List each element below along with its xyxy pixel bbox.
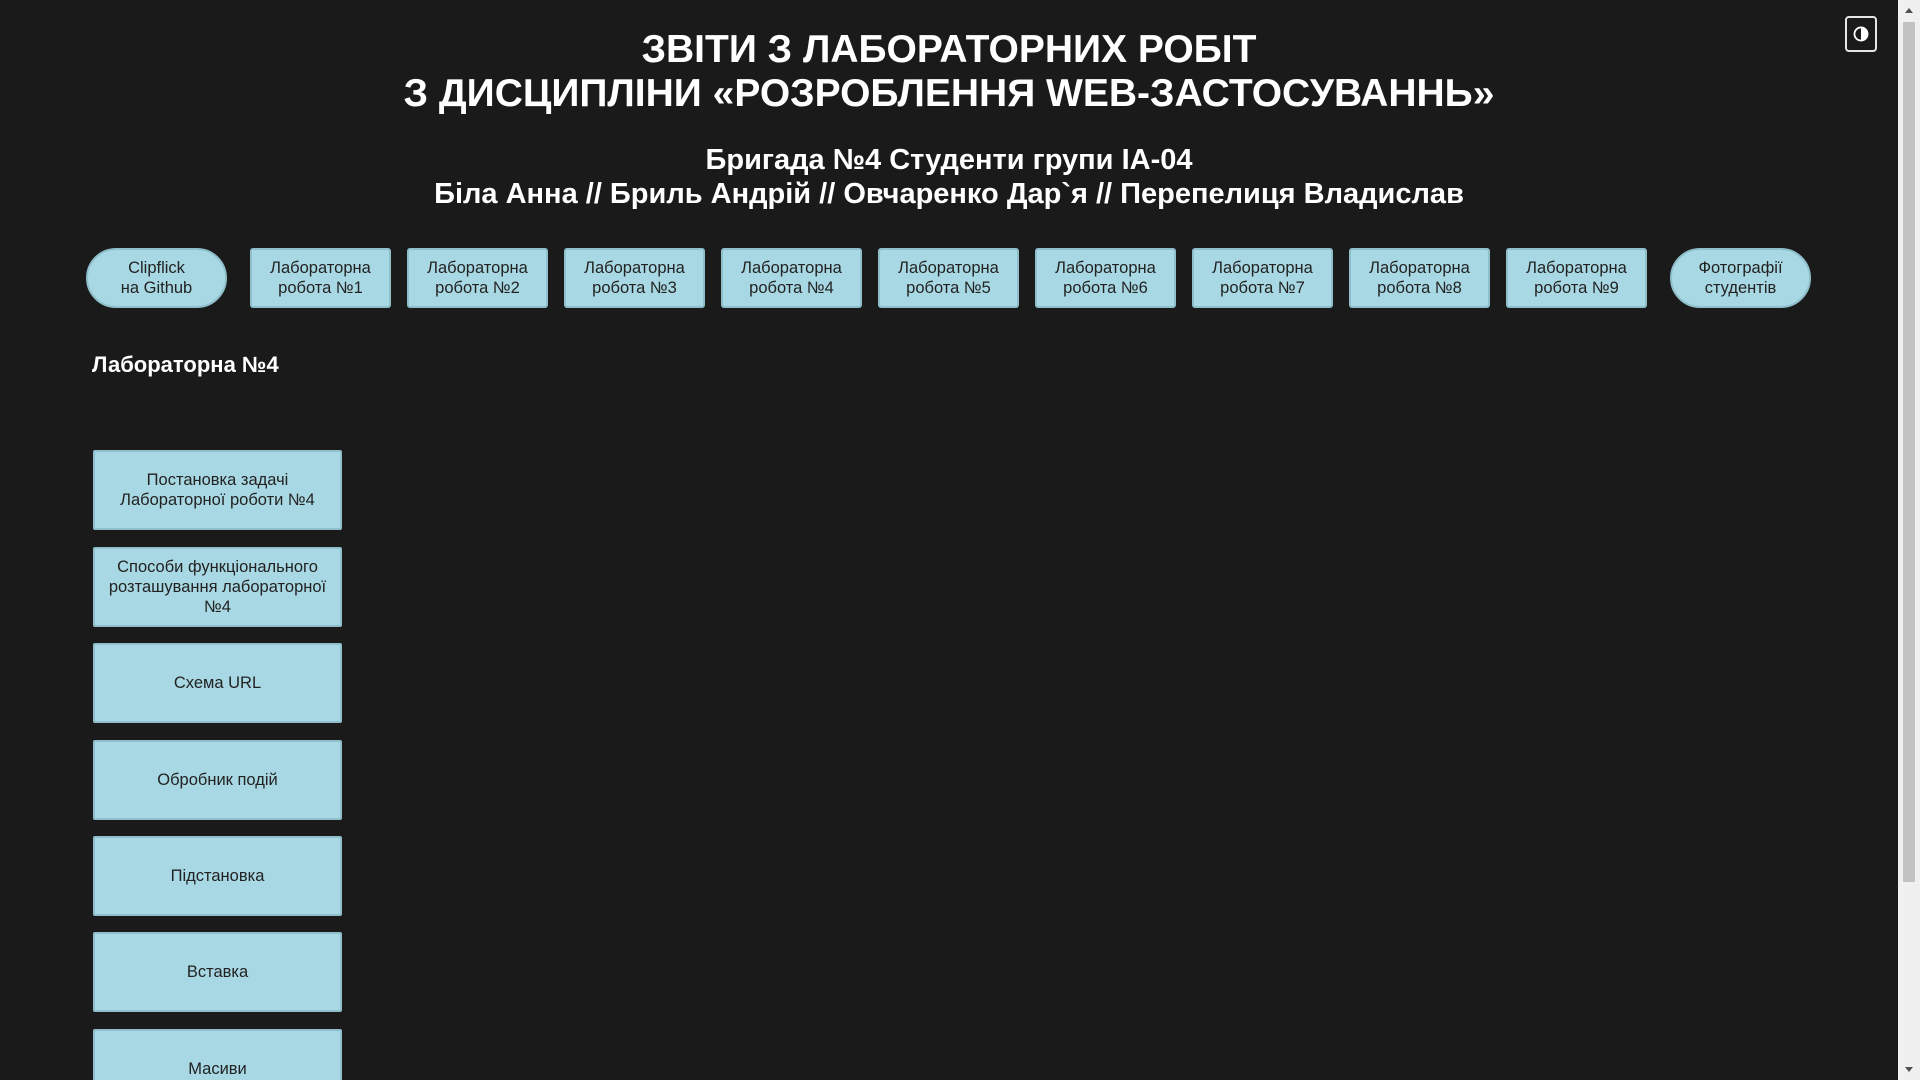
page-title-line-2: З ДИСЦИПЛІНИ «РОЗРОБЛЕННЯ WEB-ЗАСТОСУВАН… — [403, 72, 1495, 115]
nav-item-label-line-2: робота №2 — [435, 279, 520, 297]
nav-item-label-line-2: студентів — [1704, 279, 1777, 297]
nav-item-lab-6[interactable]: Лабораторна робота №6 — [1035, 248, 1176, 308]
page-title: ЗВІТИ З ЛАБОРАТОРНИХ РОБІТ З ДИСЦИПЛІНИ … — [0, 28, 1898, 116]
menu-item-task[interactable]: Постановка задачі Лабораторної роботи №4 — [93, 450, 342, 530]
nav-item-label-line-2: на Github — [120, 279, 193, 297]
menu-item-substitution[interactable]: Підстановка — [93, 836, 342, 916]
nav-item-label-line-1: Лабораторна — [898, 259, 999, 277]
contrast-icon — [1853, 26, 1869, 42]
theme-toggle-button[interactable] — [1845, 16, 1877, 52]
nav-item-label-line-2: робота №3 — [592, 279, 677, 297]
nav-item-label-line-1: Лабораторна — [427, 259, 528, 277]
page: ЗВІТИ З ЛАБОРАТОРНИХ РОБІТ З ДИСЦИПЛІНИ … — [0, 0, 1920, 1080]
team-heading: Бригада №4 Студенти групи ІА-04 — [705, 144, 1193, 176]
nav-item-label-line-1: Лабораторна — [584, 259, 685, 277]
nav-item-label-line-2: робота №4 — [749, 279, 834, 297]
nav-item-label-line-2: робота №1 — [278, 279, 363, 297]
nav-item-label-line-1: Clipflick — [128, 259, 185, 277]
menu-item-layout-methods[interactable]: Способи функціонального розташування лаб… — [93, 547, 342, 627]
nav-item-lab-3[interactable]: Лабораторна робота №3 — [564, 248, 705, 308]
page-subtitle: Бригада №4 Студенти групи ІА-04 Біла Анн… — [0, 143, 1898, 211]
section-title: Лабораторна №4 — [92, 352, 279, 377]
menu-item-arrays[interactable]: Масиви — [93, 1029, 342, 1080]
nav-item-student-photos[interactable]: Фотографії студентів — [1670, 248, 1811, 308]
nav-item-label-line-2: робота №7 — [1220, 279, 1305, 297]
vertical-scrollbar[interactable] — [1898, 0, 1920, 1080]
menu-item-event-handler[interactable]: Обробник подій — [93, 740, 342, 820]
nav-item-lab-8[interactable]: Лабораторна робота №8 — [1349, 248, 1490, 308]
nav-item-label-line-1: Лабораторна — [270, 259, 371, 277]
nav-item-label-line-2: робота №5 — [906, 279, 991, 297]
nav-item-label-line-1: Лабораторна — [1526, 259, 1627, 277]
nav-item-label-line-1: Лабораторна — [1212, 259, 1313, 277]
nav-item-label-line-1: Лабораторна — [741, 259, 842, 277]
nav-item-lab-2[interactable]: Лабораторна робота №2 — [407, 248, 548, 308]
nav-item-label-line-1: Фотографії — [1698, 259, 1783, 277]
nav-item-label-line-2: робота №8 — [1377, 279, 1462, 297]
scrollbar-thumb[interactable] — [1903, 22, 1915, 882]
menu-item-url-scheme[interactable]: Схема URL — [93, 643, 342, 723]
nav-item-lab-5[interactable]: Лабораторна робота №5 — [878, 248, 1019, 308]
page-title-line-1: ЗВІТИ З ЛАБОРАТОРНИХ РОБІТ — [641, 28, 1257, 71]
nav-item-label-line-2: робота №9 — [1534, 279, 1619, 297]
nav-item-lab-9[interactable]: Лабораторна робота №9 — [1506, 248, 1647, 308]
nav-item-label-line-1: Лабораторна — [1055, 259, 1156, 277]
nav-item-lab-7[interactable]: Лабораторна робота №7 — [1192, 248, 1333, 308]
team-members: Біла Анна // Бриль Андрій // Овчаренко Д… — [434, 178, 1464, 210]
nav-item-label-line-1: Лабораторна — [1369, 259, 1470, 277]
nav-item-github[interactable]: Clipflick на Github — [86, 248, 227, 308]
menu-item-insertion[interactable]: Вставка — [93, 932, 342, 1012]
nav-item-label-line-2: робота №6 — [1063, 279, 1148, 297]
nav-item-lab-4[interactable]: Лабораторна робота №4 — [721, 248, 862, 308]
scroll-up-arrow-icon[interactable] — [1905, 8, 1913, 13]
scroll-down-arrow-icon[interactable] — [1905, 1067, 1913, 1072]
top-nav: Clipflick на Github Лабораторна робота №1 … — [0, 248, 1898, 308]
nav-item-lab-1[interactable]: Лабораторна робота №1 — [250, 248, 391, 308]
